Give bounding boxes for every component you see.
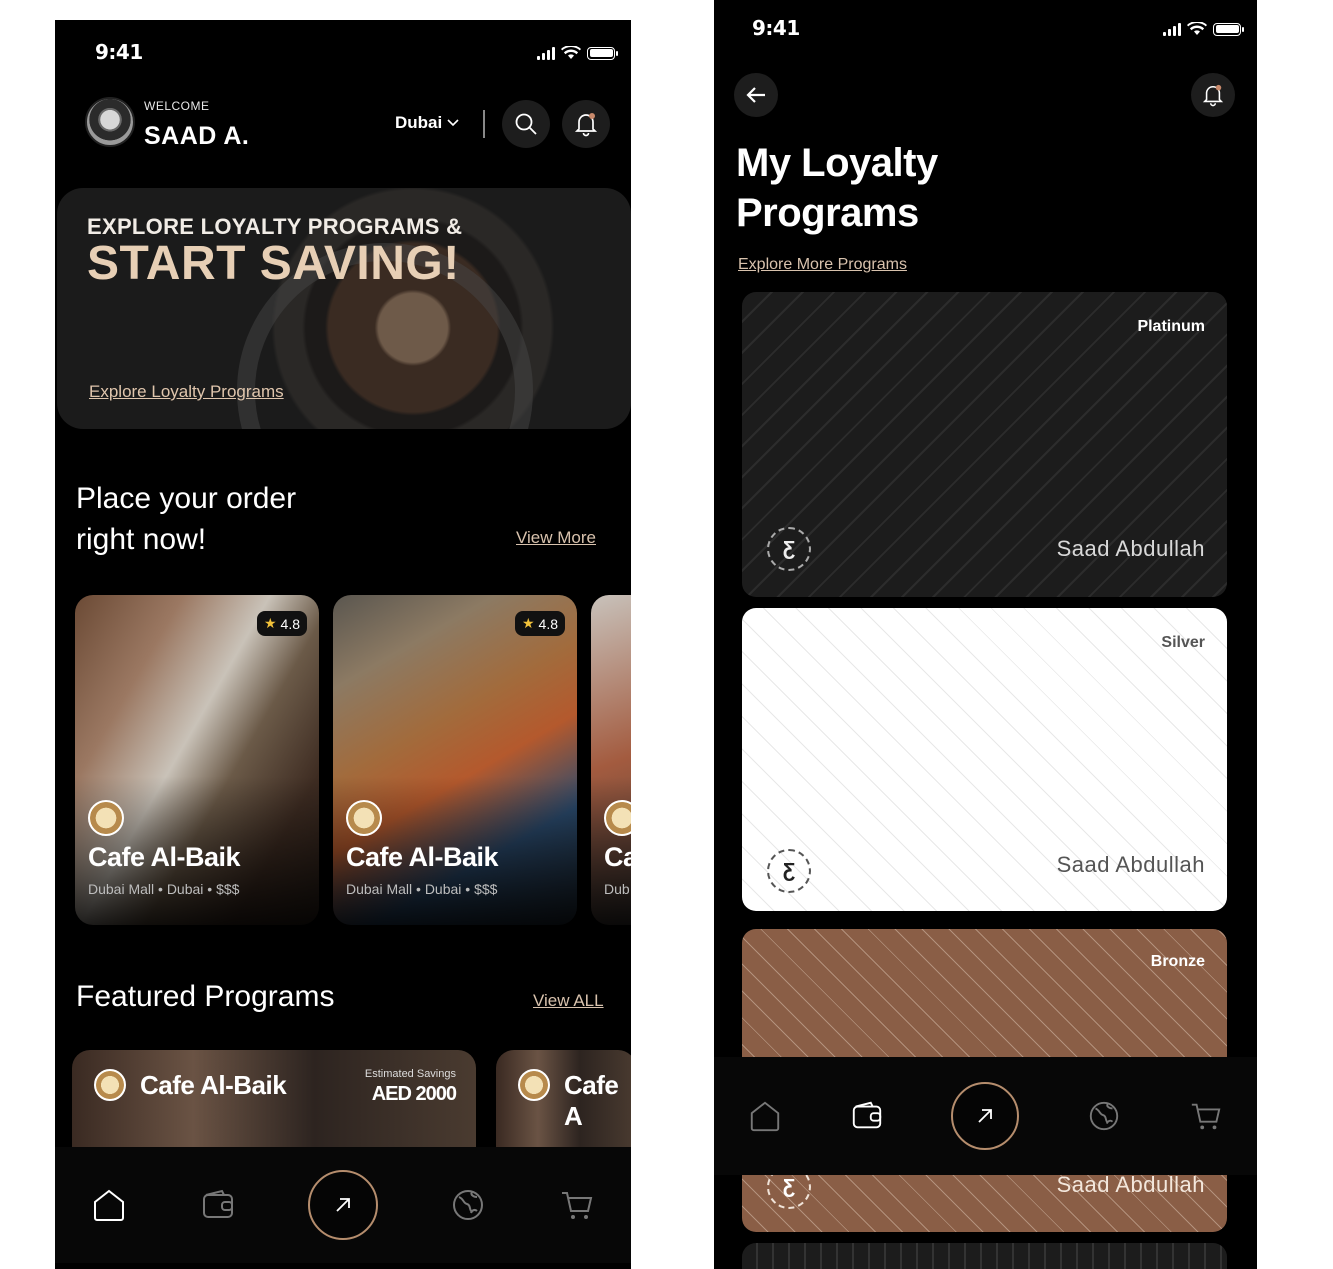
city-selector[interactable]: Dubai [395, 113, 459, 133]
avatar[interactable] [85, 97, 135, 147]
card-owner: Saad Abdullah [1056, 536, 1205, 561]
featured-section-title: Featured Programs [76, 980, 335, 1013]
explore-more-link[interactable]: Explore More Programs [738, 256, 907, 274]
hero-title: START SAVING! [87, 237, 460, 290]
program-logo [94, 1069, 126, 1101]
brand-logo-icon: Ƹ [767, 849, 811, 893]
center-action-button[interactable] [951, 1082, 1020, 1150]
explore-loyalty-link[interactable]: Explore Loyalty Programs [89, 382, 284, 402]
cafe-logo [346, 800, 382, 836]
savings-label: Estimated Savings [364, 1068, 456, 1080]
rating-value: 4.8 [280, 615, 300, 632]
status-time: 9:41 [752, 16, 800, 40]
program-name: Cafe Al-Baik [140, 1070, 287, 1100]
rating-badge: ★ 4.8 [256, 611, 307, 636]
card-owner: Saad Abdullah [1056, 1172, 1205, 1197]
home-icon[interactable] [91, 1187, 127, 1223]
arrow-up-right-icon [978, 1109, 993, 1123]
wallet-icon[interactable] [850, 1099, 884, 1133]
loyalty-screen: 9:41 My Loyalty Programs Explore More Pr… [714, 0, 1257, 1269]
home-icon[interactable] [748, 1099, 782, 1133]
page-title-line1: My Loyalty [736, 141, 938, 185]
bottom-tab-bar [714, 1057, 1257, 1175]
view-more-link[interactable]: View More [516, 528, 596, 548]
status-icons [537, 46, 618, 60]
cafe-name: Cafe Al-Baik [88, 842, 241, 872]
home-screen: 9:41 WELCOME SAAD A. Dubai EXPLORE LOYAL… [55, 20, 631, 1269]
cafe-card[interactable]: Ca Dub [591, 595, 631, 925]
wallet-icon[interactable] [200, 1187, 236, 1223]
order-title-line2: right now! [76, 523, 207, 556]
card-tier: Silver [1161, 634, 1205, 651]
notifications-button[interactable] [562, 100, 610, 148]
battery-icon [1213, 22, 1244, 36]
card-tier: Bronze [1150, 953, 1205, 970]
cafe-logo [88, 800, 124, 836]
wifi-icon [1187, 22, 1207, 35]
card-tier: Platinum [1137, 318, 1205, 335]
savings-value: AED 2000 [371, 1083, 457, 1105]
order-title-line1: Place your order [76, 482, 297, 515]
cafe-card[interactable]: ★ 4.8 Cafe Al-Baik Dubai Mall • Dubai • $… [75, 595, 319, 925]
rating-badge: ★ 4.8 [514, 611, 565, 636]
user-name: SAAD A. [144, 122, 250, 150]
loyalty-card-platinum[interactable]: Platinum Ƹ Saad Abdullah [742, 292, 1227, 597]
program-name: Cafe A [564, 1070, 619, 1131]
wifi-icon [561, 46, 581, 59]
cafe-name: Cafe Al-Baik [346, 842, 499, 872]
view-all-link[interactable]: View ALL [533, 991, 604, 1011]
cart-icon[interactable] [559, 1187, 595, 1223]
order-section-title: Place your order right now! [76, 478, 296, 560]
cart-icon[interactable] [1189, 1099, 1223, 1133]
page-title-line2: Programs [736, 191, 919, 235]
bottom-tab-bar [55, 1147, 631, 1263]
star-icon: ★ [521, 615, 535, 631]
status-time: 9:41 [95, 40, 143, 64]
welcome-label: WELCOME [144, 99, 210, 113]
cafe-meta: Dubai Mall • Dubai • $$$ [346, 881, 498, 897]
bell-icon [574, 113, 598, 137]
cafe-meta: Dubai Mall • Dubai • $$$ [88, 881, 240, 897]
brand-logo-icon: Ƹ [767, 527, 811, 571]
signal-icon [1163, 22, 1181, 36]
search-icon [515, 113, 537, 135]
star-icon: ★ [263, 615, 277, 631]
divider [483, 110, 485, 138]
arrow-left-icon [746, 87, 765, 103]
cafe-logo [604, 800, 631, 836]
globe-icon[interactable] [1087, 1099, 1121, 1133]
program-logo [518, 1069, 550, 1101]
cafe-name: Ca [604, 842, 631, 872]
page-title: My Loyalty Programs [736, 138, 938, 238]
chevron-down-icon [447, 119, 459, 127]
loyalty-card-silver[interactable]: Silver Ƹ Saad Abdullah [742, 608, 1227, 911]
notifications-button[interactable] [1191, 73, 1235, 117]
arrow-up-right-icon [336, 1198, 350, 1212]
status-icons [1163, 22, 1244, 36]
back-button[interactable] [734, 73, 778, 117]
cafe-meta: Dub [604, 881, 630, 897]
search-button[interactable] [502, 100, 550, 148]
center-action-button[interactable] [307, 1170, 378, 1240]
loyalty-card[interactable] [742, 1243, 1227, 1269]
city-label: Dubai [395, 113, 443, 132]
card-owner: Saad Abdullah [1056, 852, 1205, 877]
hero-banner[interactable]: EXPLORE LOYALTY PROGRAMS & START SAVING!… [57, 188, 631, 429]
battery-icon [587, 46, 618, 60]
cafe-card[interactable]: ★ 4.8 Cafe Al-Baik Dubai Mall • Dubai • $… [333, 595, 577, 925]
signal-icon [537, 46, 555, 60]
rating-value: 4.8 [538, 615, 558, 632]
globe-icon[interactable] [450, 1187, 486, 1223]
bell-icon [1202, 84, 1224, 107]
